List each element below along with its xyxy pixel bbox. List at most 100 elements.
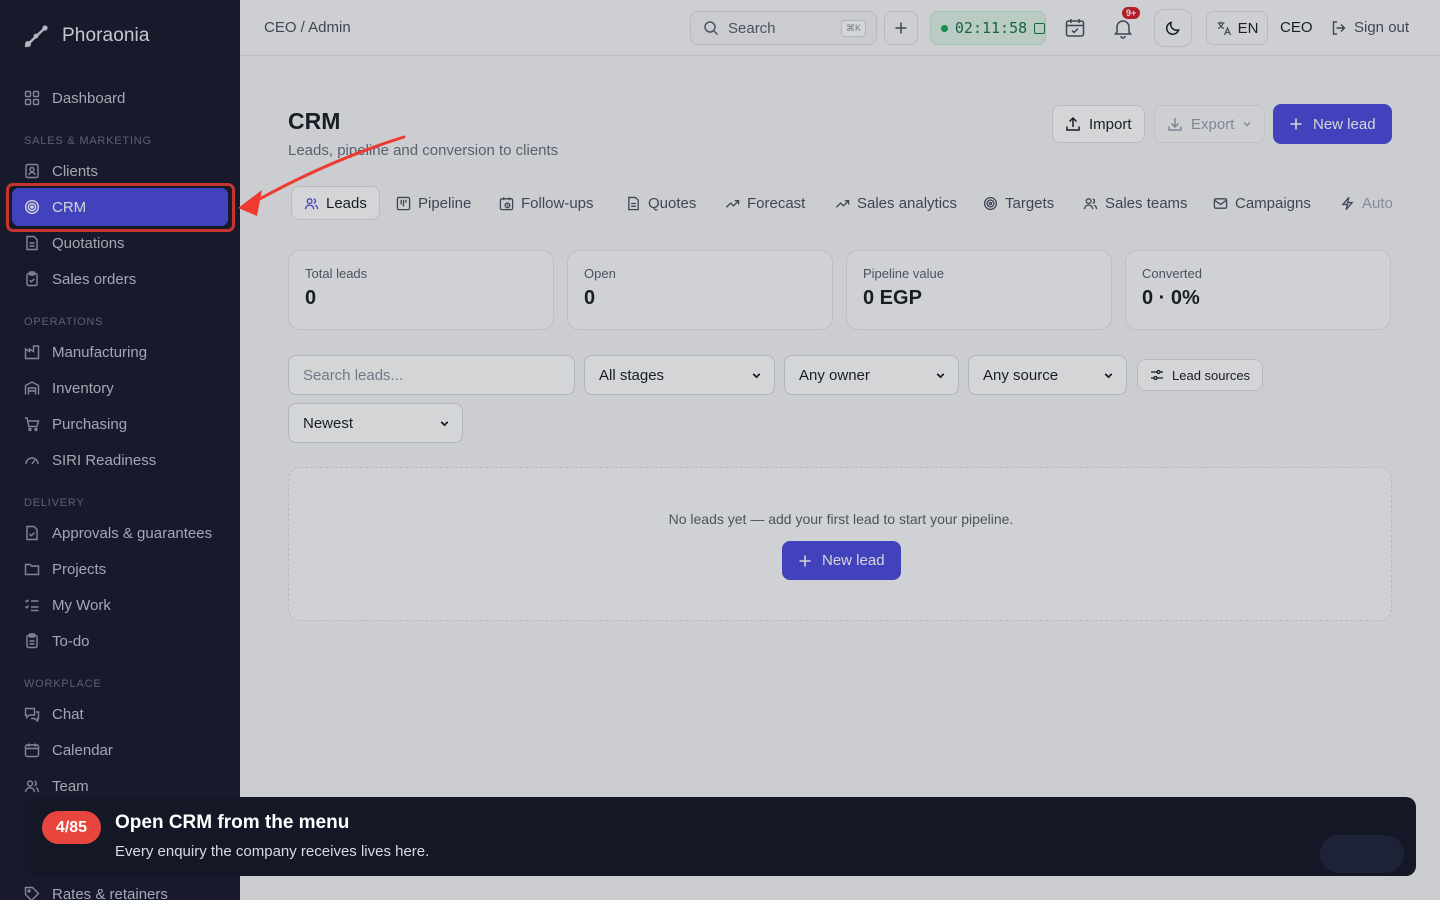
section-workplace: WORKPLACE	[24, 678, 102, 690]
brand[interactable]: Phoraonia	[22, 22, 150, 50]
document-icon	[628, 196, 639, 210]
sidebar-item-clients[interactable]: Clients	[24, 159, 98, 183]
bell-icon[interactable]	[1112, 17, 1134, 39]
stat-card-total-leads: Total leads 0	[288, 250, 554, 330]
tab-follow-ups[interactable]: Follow-ups	[499, 186, 594, 220]
stage-select[interactable]: All stages	[584, 355, 775, 395]
page-subtitle: Leads, pipeline and conversion to client…	[288, 142, 559, 159]
trend-up-icon	[725, 199, 740, 208]
sidebar-item-siri-readiness[interactable]: SIRI Readiness	[24, 448, 156, 472]
lead-sources-label: Lead sources	[1172, 367, 1251, 383]
source-value: Any source	[983, 366, 1059, 384]
tab-quotes[interactable]: Quotes	[626, 186, 696, 220]
cart-icon	[25, 417, 40, 432]
tab-label: Forecast	[747, 194, 806, 212]
calendar-check-icon[interactable]	[1064, 17, 1086, 39]
chevron-down-icon	[1243, 122, 1251, 127]
folder-icon	[24, 563, 40, 576]
trend-up-icon	[835, 199, 850, 208]
sidebar-item-dashboard[interactable]: Dashboard	[24, 86, 125, 110]
tab-automation[interactable]: Auto	[1340, 186, 1392, 220]
sidebar-item-label: Rates & retainers	[52, 885, 168, 900]
owner-select[interactable]: Any owner	[784, 355, 959, 395]
tab-sales-teams[interactable]: Sales teams	[1083, 186, 1188, 220]
download-icon	[1168, 118, 1182, 131]
factory-icon	[24, 345, 40, 360]
notification-badge: 9+	[1122, 7, 1141, 19]
tour-highlight-frame	[6, 183, 235, 232]
tab-label: Sales analytics	[857, 194, 958, 212]
sidebar-item-approvals[interactable]: Approvals & guarantees	[24, 521, 212, 545]
empty-new-lead-button[interactable]: New lead	[782, 541, 901, 580]
brand-logo-icon	[24, 25, 48, 48]
calendar-clock-icon	[499, 196, 514, 210]
file-check-icon	[26, 525, 38, 541]
sidebar-item-label: SIRI Readiness	[52, 451, 157, 469]
sort-value: Newest	[303, 414, 354, 432]
top-bar: CEO / Admin Search ⌘K 02:11:58 9+ EN CEO…	[240, 0, 1440, 56]
sidebar: Phoraonia Dashboard SALES & MARKETING Cl…	[0, 0, 240, 900]
gauge-icon	[25, 457, 39, 465]
plus-icon	[895, 22, 907, 34]
sidebar-item-purchasing[interactable]: Purchasing	[24, 412, 127, 436]
timer-value: 02:11:58	[954, 19, 1028, 37]
import-label: Import	[1089, 115, 1132, 133]
tab-campaigns[interactable]: Campaigns	[1213, 186, 1311, 220]
section-operations: OPERATIONS	[24, 316, 104, 328]
user-role[interactable]: CEO	[1280, 19, 1313, 36]
sidebar-item-sales-orders[interactable]: Sales orders	[24, 267, 136, 291]
tour-next-button[interactable]	[1320, 835, 1404, 873]
moon-icon	[1166, 21, 1180, 35]
sidebar-item-label: My Work	[52, 596, 111, 614]
logout-icon	[1332, 20, 1346, 35]
new-lead-button[interactable]: New lead	[1273, 104, 1392, 144]
sidebar-item-manufacturing[interactable]: Manufacturing	[24, 340, 147, 364]
tab-targets[interactable]: Targets	[983, 186, 1054, 220]
sidebar-item-inventory[interactable]: Inventory	[24, 376, 114, 400]
target-icon	[983, 196, 998, 210]
tab-label: Campaigns	[1235, 194, 1311, 212]
theme-toggle-button[interactable]	[1154, 9, 1192, 47]
tab-forecast[interactable]: Forecast	[725, 186, 805, 220]
language-switcher[interactable]: EN	[1206, 11, 1268, 45]
new-lead-label: New lead	[1313, 115, 1376, 133]
clipboard-check-icon	[26, 271, 38, 287]
tab-sales-analytics[interactable]: Sales analytics	[835, 186, 957, 220]
sidebar-item-quotations[interactable]: Quotations	[24, 231, 125, 255]
import-button[interactable]: Import	[1052, 105, 1145, 143]
stop-icon[interactable]	[1034, 22, 1045, 34]
sidebar-item-todo[interactable]: To-do	[24, 629, 90, 653]
stat-value: 0 EGP	[863, 287, 922, 309]
tab-leads[interactable]: Leads	[291, 186, 380, 220]
sign-out-link[interactable]: Sign out	[1331, 19, 1409, 36]
tab-label: Auto	[1362, 194, 1392, 212]
sort-select[interactable]: Newest	[288, 403, 463, 443]
sidebar-item-rates[interactable]: Rates & retainers	[24, 882, 168, 900]
sidebar-item-my-work[interactable]: My Work	[24, 593, 111, 617]
warehouse-icon	[24, 381, 40, 395]
section-delivery: DELIVERY	[24, 497, 85, 509]
quick-add-button[interactable]	[884, 11, 918, 45]
kanban-icon	[396, 196, 411, 210]
empty-state-message: No leads yet — add your first lead to st…	[668, 511, 1014, 527]
sidebar-item-team[interactable]: Team	[24, 774, 89, 798]
upload-icon	[1066, 116, 1080, 131]
sidebar-item-chat[interactable]: Chat	[24, 702, 84, 726]
breadcrumb[interactable]: CEO / Admin	[264, 19, 351, 36]
tag-icon	[24, 886, 40, 900]
lead-sources-button[interactable]: Lead sources	[1137, 359, 1264, 391]
tab-label: Quotes	[648, 194, 697, 212]
search-label: Search	[728, 19, 776, 37]
stat-value: 0	[584, 287, 596, 309]
sidebar-item-projects[interactable]: Projects	[24, 557, 106, 581]
global-search[interactable]: Search ⌘K	[690, 11, 877, 45]
stat-label: Pipeline value	[863, 266, 944, 281]
time-tracker[interactable]: 02:11:58	[930, 11, 1046, 45]
source-select[interactable]: Any source	[968, 355, 1127, 395]
grid-icon	[24, 90, 40, 106]
sidebar-item-calendar[interactable]: Calendar	[24, 738, 113, 762]
export-button[interactable]: Export	[1154, 105, 1266, 143]
sidebar-item-label: Clients	[52, 162, 98, 180]
tab-pipeline[interactable]: Pipeline	[396, 186, 471, 220]
search-leads-input[interactable]: Search leads...	[288, 355, 575, 395]
